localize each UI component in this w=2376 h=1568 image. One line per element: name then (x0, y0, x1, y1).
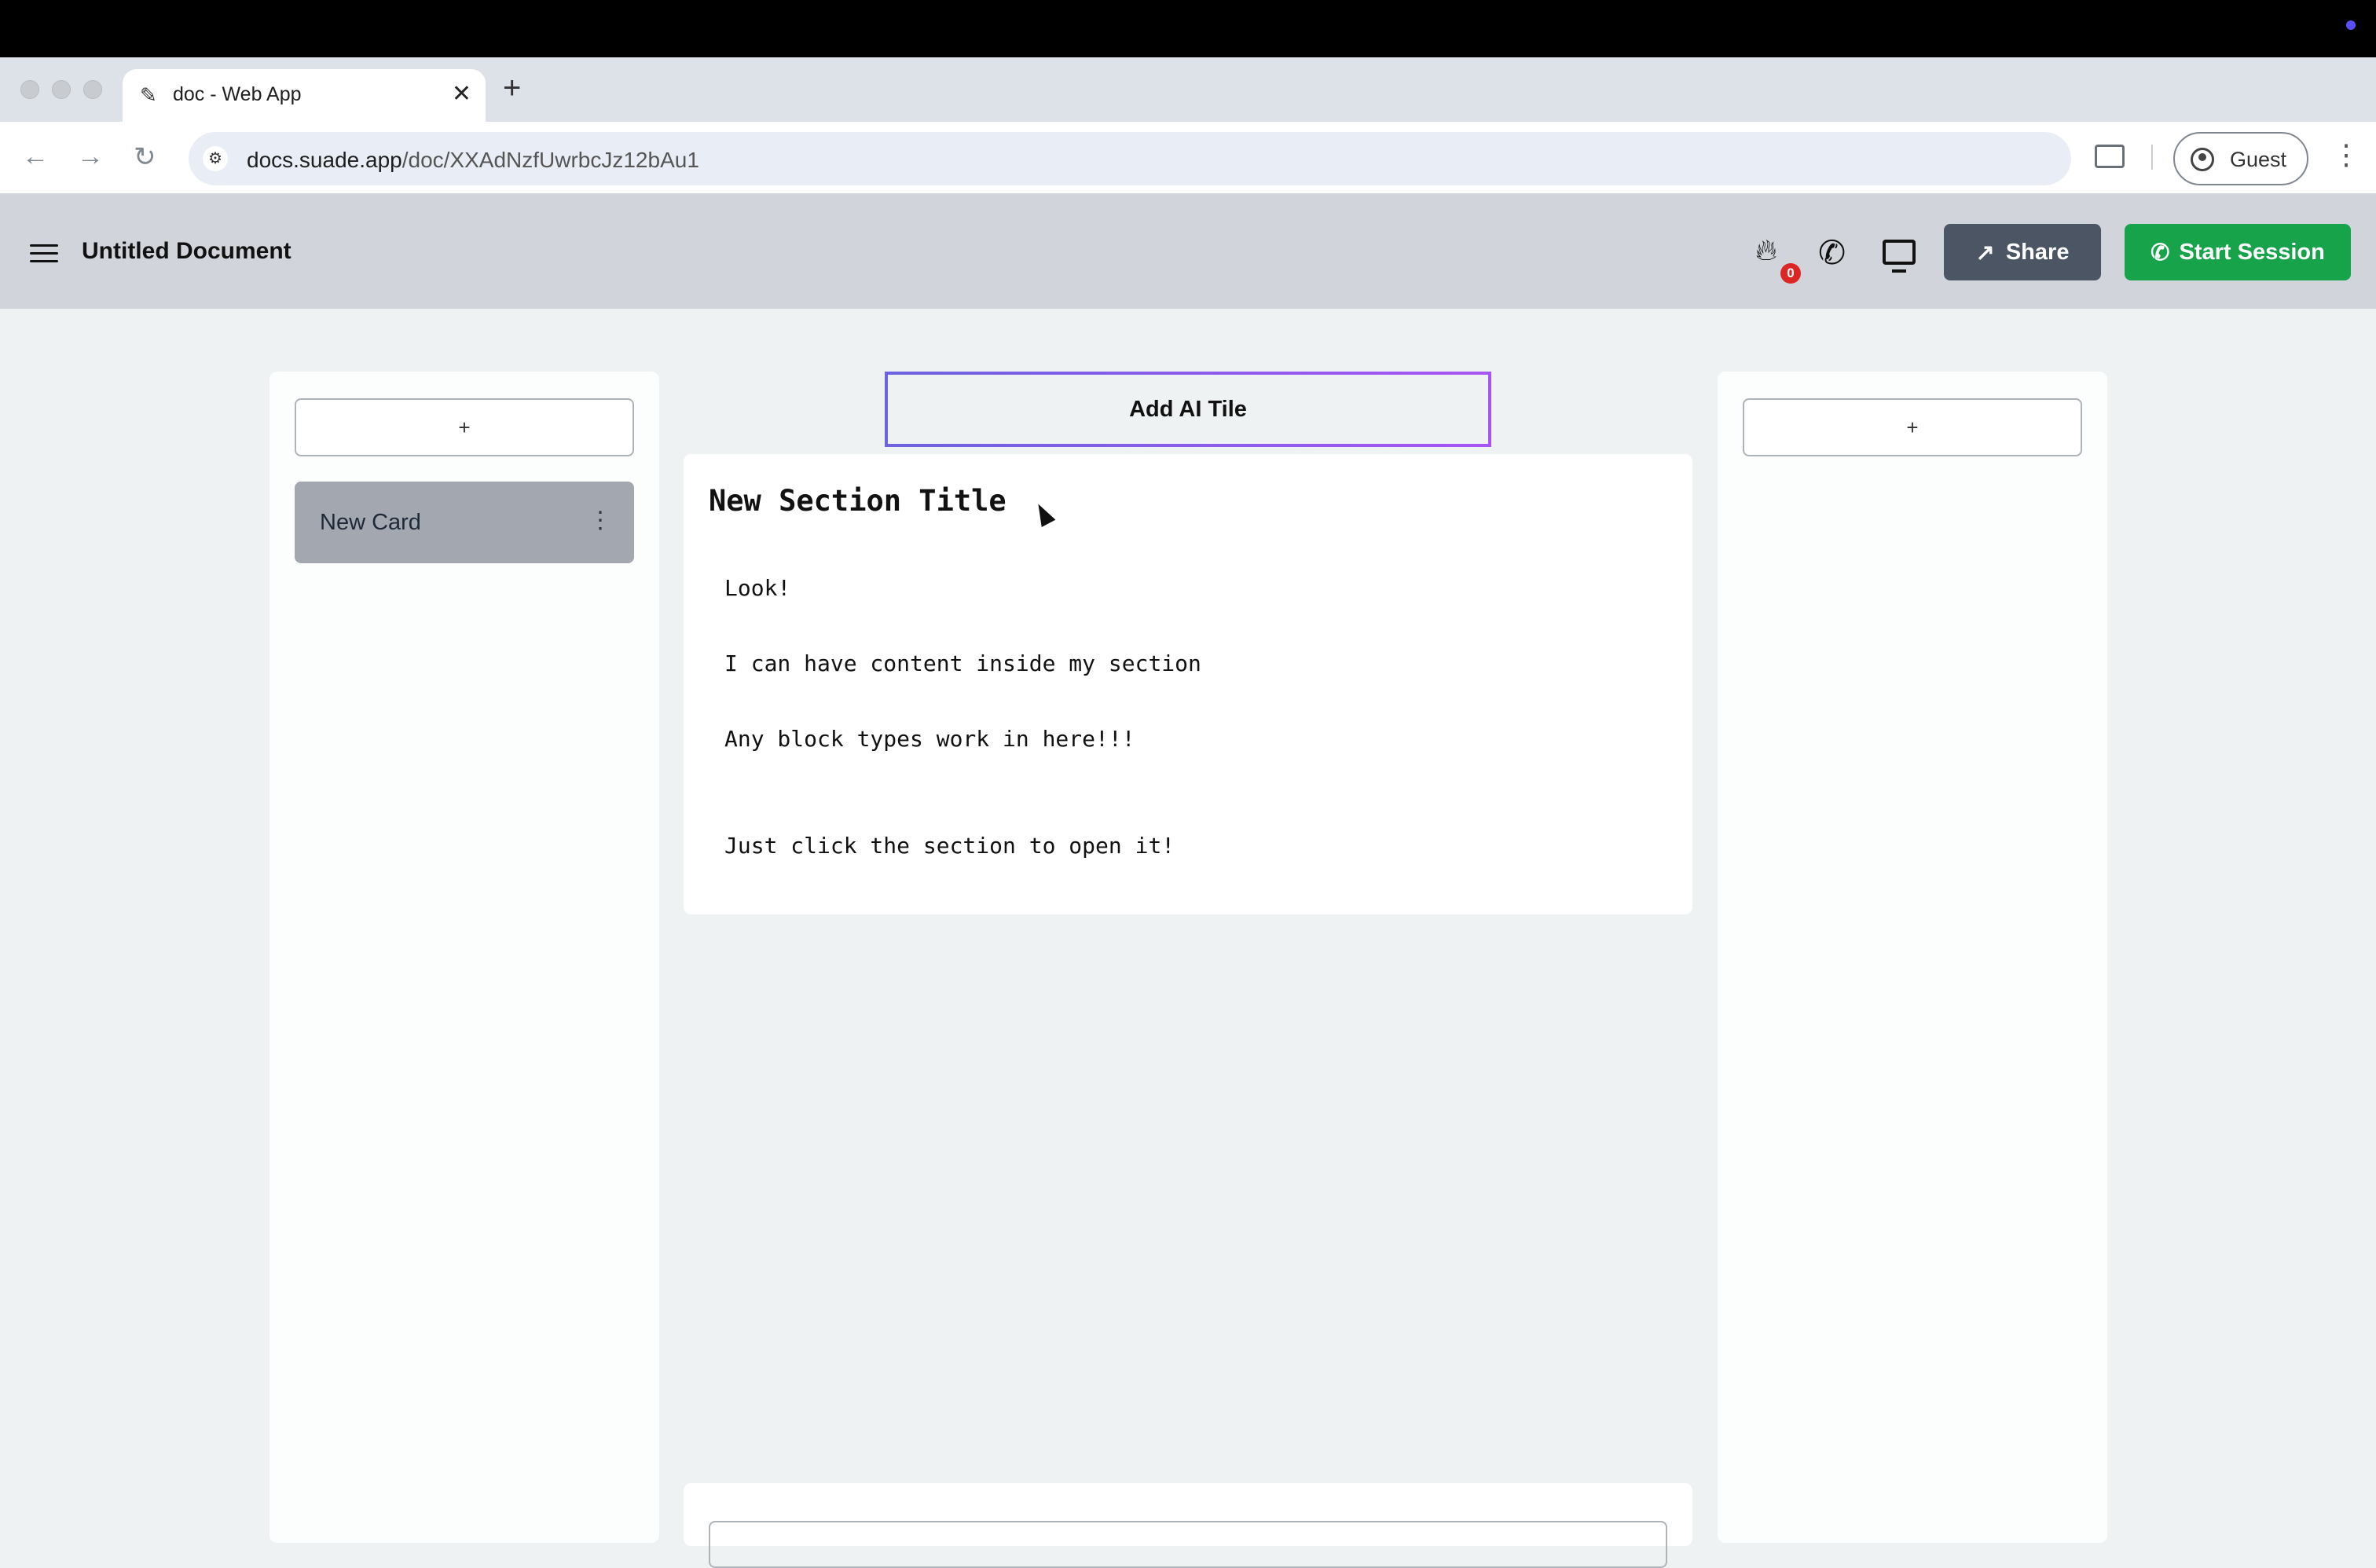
left-column: + New Card ⋮ (270, 372, 659, 1543)
share-arrow-icon: ↗ (1975, 240, 1995, 266)
notification-badge: 0 (1780, 263, 1801, 284)
section-line: Any block types work in here!!! (724, 726, 1135, 752)
forward-icon[interactable]: → (77, 141, 104, 172)
section-line: Look! (724, 575, 791, 601)
section-line: I can have content inside my section (724, 650, 1201, 676)
add-ai-tile-button[interactable]: Add AI Tile (885, 372, 1491, 447)
phone-small-icon: ✆ (2150, 240, 2170, 266)
new-tab-button[interactable]: + (503, 71, 521, 106)
avatar-icon (2191, 148, 2214, 171)
app-header: Untitled Document 🔥︎ 0 ✆ ↗ Share ✆ Start… (0, 194, 2376, 309)
url-host: docs.suade.app (247, 148, 402, 172)
right-column: + (1718, 372, 2107, 1543)
share-button[interactable]: ↗ Share (1944, 224, 2101, 280)
address-bar[interactable]: ⚙ docs.suade.app/doc/XXAdNzfUwrbcJz12bAu… (189, 132, 2071, 185)
next-section-card[interactable] (684, 1483, 1692, 1568)
profile-button[interactable]: Guest (2173, 132, 2308, 185)
section-line: Just click the section to open it! (724, 833, 1175, 859)
window-close-control[interactable] (20, 80, 39, 99)
profile-label: Guest (2230, 148, 2287, 171)
share-label: Share (2005, 239, 2070, 265)
toolbar-divider (2151, 145, 2153, 170)
section-card[interactable]: New Section Title Look! I can have conte… (684, 454, 1692, 914)
add-card-button-left[interactable]: + (295, 398, 634, 456)
document-title[interactable]: Untitled Document (82, 238, 292, 265)
tab-close-icon[interactable]: ✕ (452, 80, 471, 108)
monitor-icon[interactable] (1883, 240, 1916, 273)
url-path: /doc/XXAdNzfUwrbcJz12bAu1 (402, 148, 699, 172)
browser-menu-icon[interactable]: ⋮ (2332, 138, 2360, 171)
window-minimize-control[interactable] (52, 80, 71, 99)
card-item[interactable]: New Card ⋮ (295, 482, 634, 563)
browser-tab[interactable]: ✎ doc - Web App ✕ (123, 69, 486, 122)
start-session-button[interactable]: ✆ Start Session (2125, 224, 2351, 280)
back-icon[interactable]: ← (22, 141, 49, 172)
reload-icon[interactable]: ↻ (134, 141, 156, 173)
next-section-input[interactable] (709, 1521, 1667, 1568)
hamburger-icon[interactable] (30, 244, 58, 262)
window-zoom-control[interactable] (83, 80, 102, 99)
site-info-icon[interactable]: ⚙ (203, 146, 228, 171)
section-title[interactable]: New Section Title (709, 484, 1006, 518)
card-label: New Card (320, 510, 421, 535)
tab-title: doc - Web App (173, 83, 302, 105)
start-session-label: Start Session (2179, 239, 2325, 265)
status-dot-icon (2346, 20, 2356, 30)
system-top-bar (0, 0, 2376, 57)
card-menu-icon[interactable]: ⋮ (588, 507, 612, 534)
add-card-button-right[interactable]: + (1743, 398, 2082, 456)
favicon-icon: ✎ (140, 83, 157, 107)
phone-icon[interactable]: ✆ (1818, 233, 1846, 272)
url-text: docs.suade.app/doc/XXAdNzfUwrbcJz12bAu1 (247, 148, 699, 173)
search-lens-icon[interactable] (2095, 145, 2125, 168)
fire-icon[interactable]: 🔥︎ (1755, 235, 1787, 266)
